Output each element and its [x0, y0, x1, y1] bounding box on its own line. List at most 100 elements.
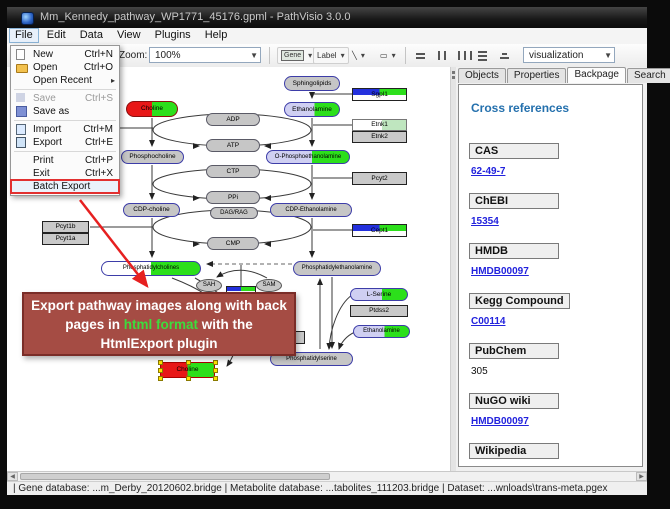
xref-link[interactable]: 62-49-7: [471, 166, 632, 177]
tab-properties[interactable]: Properties: [507, 68, 567, 83]
zoom-combobox[interactable]: 100% ▼: [149, 47, 261, 63]
shape-tool-icon: ▭: [380, 51, 388, 60]
new-datanode-button[interactable]: Gene ▾: [277, 47, 316, 64]
file-menu-item-batch-export[interactable]: Batch Export: [11, 180, 119, 193]
file-menu-item-label: Exit: [33, 168, 85, 179]
selection-handle[interactable]: [213, 360, 218, 365]
selection-handle[interactable]: [186, 376, 191, 381]
selection-handle[interactable]: [158, 376, 163, 381]
node-sam[interactable]: SAM: [256, 279, 282, 292]
selection-handle[interactable]: [186, 360, 191, 365]
common-height-button[interactable]: [475, 47, 490, 64]
node-atp[interactable]: ATP: [206, 139, 260, 152]
node-etnk2[interactable]: Etnk2: [352, 131, 407, 143]
xref-header: NuGO wiki: [469, 393, 559, 409]
node-sphingolipids[interactable]: Sphingolipids: [284, 76, 340, 91]
node-o-phosphoethanolamine[interactable]: O-Phosphoethanolamine: [266, 150, 350, 164]
node-ptdss2[interactable]: Ptdss2: [350, 305, 408, 317]
file-menu-item-export[interactable]: ExportCtrl+E: [11, 136, 119, 149]
file-menu-item-save[interactable]: SaveCtrl+S: [11, 92, 119, 105]
node-cept1[interactable]: Cept1: [352, 224, 407, 237]
node-adp[interactable]: ADP: [206, 113, 260, 126]
selection-handle[interactable]: [158, 360, 163, 365]
stack-button[interactable]: [497, 47, 512, 64]
chevron-down-icon: ▾: [308, 51, 312, 60]
file-menu-item-label: Import: [33, 124, 83, 135]
node-ppi[interactable]: PPi: [206, 191, 260, 204]
file-menu-shortcut: Ctrl+E: [85, 137, 115, 148]
menu-plugins[interactable]: Plugins: [149, 28, 197, 43]
new-shape-button[interactable]: ▭ ▾: [377, 47, 399, 64]
file-menu-item-open-recent[interactable]: Open Recent▸: [11, 74, 119, 87]
file-menu-item-label: New: [33, 49, 84, 60]
node-choline[interactable]: Choline: [160, 362, 215, 378]
menu-view[interactable]: View: [111, 28, 147, 43]
file-menu-item-open[interactable]: OpenCtrl+O: [11, 61, 119, 74]
xref-section-cas: CAS 62-49-7: [469, 141, 632, 177]
horizontal-scrollbar[interactable]: ◀ ▶: [7, 471, 647, 481]
label-tool-label: Label: [317, 51, 337, 60]
tab-search[interactable]: Search: [627, 68, 670, 83]
annotation-callout: Export pathway images along with back pa…: [22, 292, 296, 356]
xref-header: HMDB: [469, 243, 559, 259]
node-phosphocholine[interactable]: Phosphocholine: [121, 150, 184, 164]
common-width-icon: [456, 51, 474, 60]
common-width-button[interactable]: [453, 47, 477, 64]
visualization-combobox[interactable]: visualization ▼: [523, 47, 615, 63]
save-icon: [15, 93, 29, 104]
titlebar[interactable]: Mm_Kennedy_pathway_WP1771_45176.gpml - P…: [7, 7, 647, 28]
align-vertical-button[interactable]: [433, 47, 451, 64]
chevron-down-icon: ▾: [361, 51, 365, 60]
xref-link[interactable]: Choline: [471, 466, 632, 467]
scroll-right-arrow[interactable]: ▶: [636, 472, 647, 481]
node-cdp-ethanolamine[interactable]: CDP-Ethanolamine: [270, 203, 352, 217]
file-menu-item-save-as[interactable]: Save as: [11, 105, 119, 118]
node-sah[interactable]: SAH: [196, 279, 222, 292]
node-phosphatidylcholines[interactable]: Phosphatidylcholines: [101, 261, 201, 276]
new-label-button[interactable]: Label ▾: [313, 47, 349, 64]
new-line-button[interactable]: ╲ ▾: [349, 47, 368, 64]
file-menu-item-import[interactable]: ImportCtrl+M: [11, 123, 119, 136]
scrollbar-thumb[interactable]: [20, 473, 330, 480]
xref-link[interactable]: HMDB00097: [471, 266, 632, 277]
selection-handle[interactable]: [213, 368, 218, 373]
file-menu-item-new[interactable]: NewCtrl+N: [11, 48, 119, 61]
node-pcyt1b[interactable]: Pcyt1b: [42, 221, 89, 233]
scroll-left-arrow[interactable]: ◀: [7, 472, 18, 481]
node-phosphatidylethanolamine[interactable]: Phosphatidylethanolamine: [293, 261, 381, 276]
xref-link[interactable]: HMDB00097: [471, 416, 632, 427]
node-cdp-choline[interactable]: CDP-choline: [123, 203, 180, 217]
splitter-grip: [452, 71, 455, 74]
visualization-value: visualization: [529, 50, 583, 61]
xref-link[interactable]: C00114: [471, 316, 632, 327]
menu-data[interactable]: Data: [74, 28, 109, 43]
node-pcyt2[interactable]: Pcyt2: [352, 172, 407, 185]
file-menu-item-print[interactable]: PrintCtrl+P: [11, 154, 119, 167]
selection-handle[interactable]: [158, 368, 163, 373]
node-cmp[interactable]: CMP: [207, 237, 259, 250]
xref-link[interactable]: 15354: [471, 216, 632, 227]
app-window: Mm_Kennedy_pathway_WP1771_45176.gpml - P…: [0, 0, 670, 509]
tab-backpage[interactable]: Backpage: [567, 67, 625, 83]
node-l-serine[interactable]: L-Serine: [350, 288, 408, 301]
node-pcyt1a[interactable]: Pcyt1a: [42, 233, 89, 245]
statusbar-text: | Gene database: ...m_Derby_20120602.bri…: [13, 483, 607, 494]
align-horizontal-button[interactable]: [413, 47, 428, 64]
node-ethanolamine[interactable]: Ethanolamine: [284, 102, 340, 117]
menu-file[interactable]: File: [9, 28, 39, 43]
align-vertical-icon: [436, 51, 448, 60]
file-menu-shortcut: Ctrl+O: [84, 62, 115, 73]
node-ethanolamine[interactable]: Ethanolamine: [353, 325, 410, 338]
node-sgpl1[interactable]: Sgpl1: [352, 88, 407, 101]
node-etnk1[interactable]: Etnk1: [352, 119, 407, 131]
file-menu-shortcut: Ctrl+M: [83, 124, 115, 135]
node-choline[interactable]: Choline: [126, 101, 178, 117]
node-dag-rag[interactable]: DAG/RAG: [210, 207, 258, 219]
selection-handle[interactable]: [213, 376, 218, 381]
menu-edit[interactable]: Edit: [41, 28, 72, 43]
menu-help[interactable]: Help: [199, 28, 234, 43]
tab-objects[interactable]: Objects: [458, 68, 506, 83]
node-ctp[interactable]: CTP: [206, 165, 260, 178]
xref-header: CAS: [469, 143, 559, 159]
file-menu-item-exit[interactable]: ExitCtrl+X: [11, 167, 119, 180]
